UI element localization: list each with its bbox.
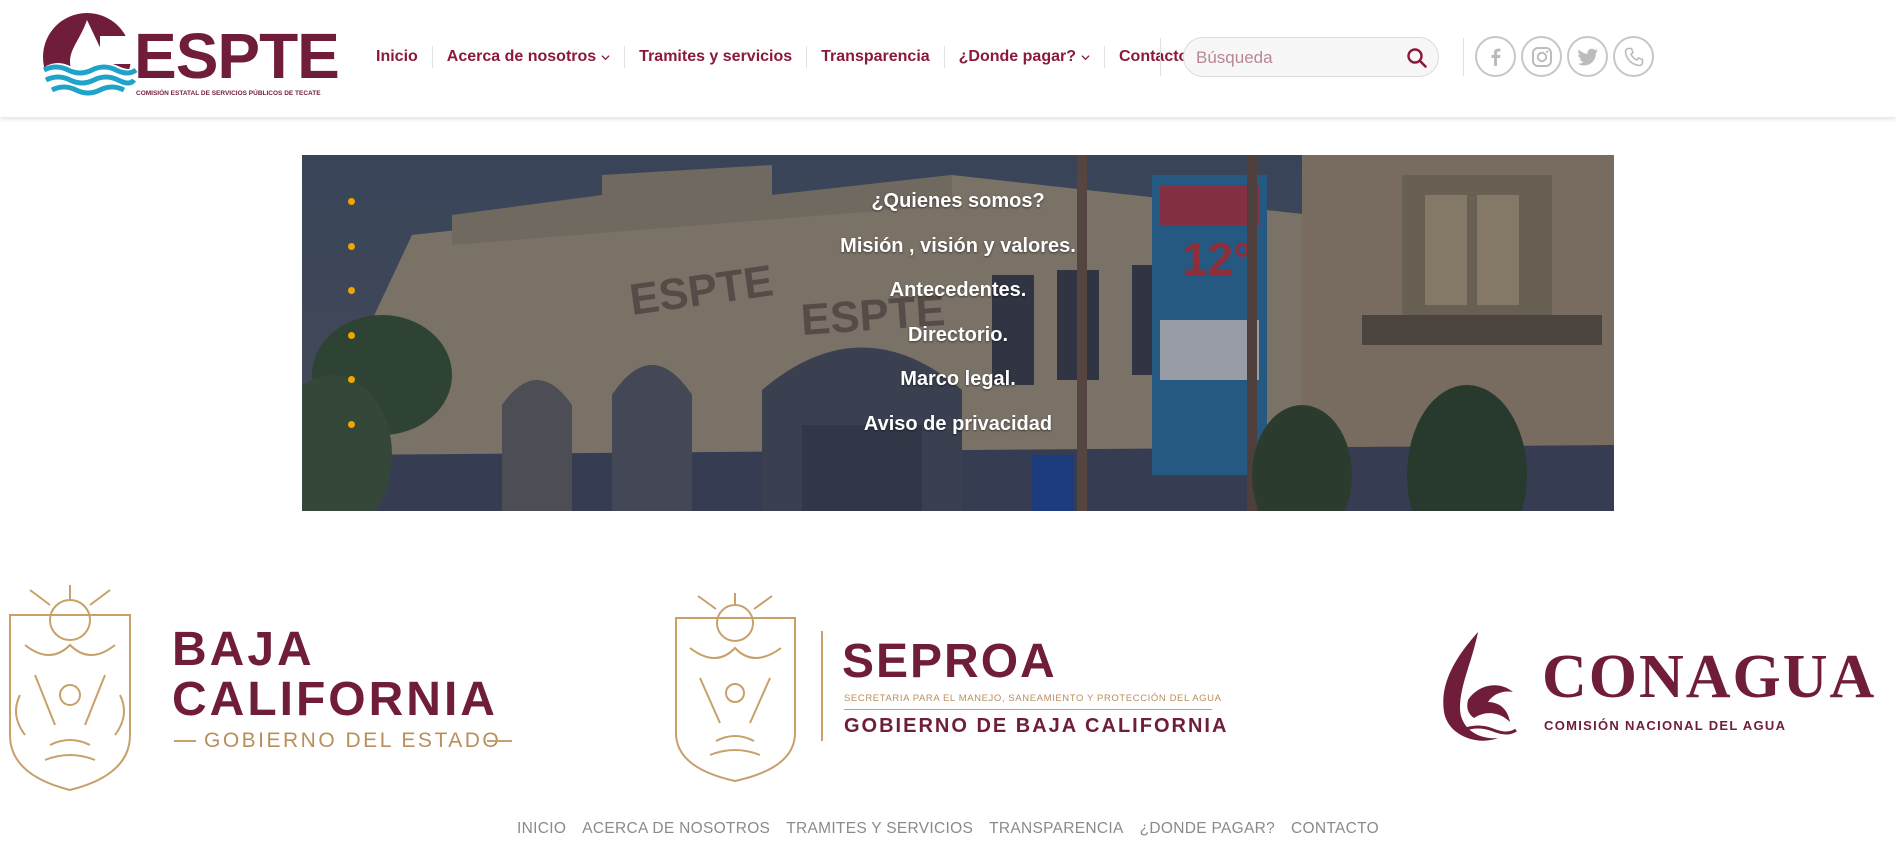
- search-box: [1183, 37, 1439, 77]
- partner-logos: BAJA CALIFORNIA GOBIERNO DEL ESTADO SEPR…: [0, 585, 1896, 797]
- baja-california-line2: CALIFORNIA: [172, 673, 498, 726]
- hero-banner: 12° ESPTE ESPTE ¿Quienes somos? Misión ,…: [302, 155, 1614, 511]
- gold-rule: [174, 740, 196, 742]
- phone-link[interactable]: [1613, 36, 1654, 77]
- footer-link-contacto[interactable]: CONTACTO: [1291, 820, 1379, 838]
- baja-california-line1: BAJA: [172, 623, 315, 676]
- social-links: [1475, 36, 1654, 77]
- nav-item-inicio[interactable]: Inicio: [362, 46, 432, 68]
- search-input[interactable]: [1196, 46, 1396, 70]
- conagua-title: CONAGUA: [1542, 643, 1877, 711]
- conagua-logo[interactable]: CONAGUA COMISIÓN NACIONAL DEL AGUA: [1438, 630, 1888, 760]
- list-item-label: Aviso de privacidad: [863, 412, 1053, 435]
- main-nav: Inicio Acerca de nosotros Tramites y ser…: [362, 43, 1202, 71]
- phone-icon: [1624, 47, 1643, 66]
- header-divider: [1160, 38, 1161, 76]
- list-item-label: Directorio.: [907, 323, 1009, 346]
- site-header: ESPTE COMISIÓN ESTATAL DE SERVICIOS PÚBL…: [0, 0, 1896, 117]
- facebook-icon: [1491, 48, 1500, 66]
- list-item-label: Misión , visión y valores.: [840, 234, 1076, 257]
- gold-rule: [844, 709, 1212, 710]
- bullet: [348, 331, 355, 339]
- footer-link-transparencia[interactable]: TRANSPARENCIA: [989, 820, 1124, 838]
- list-item-antecedentes[interactable]: Antecedentes.: [302, 268, 1614, 313]
- logo-subtitle: COMISIÓN ESTATAL DE SERVICIOS PÚBLICOS D…: [136, 90, 321, 97]
- nav-item-label: Tramites y servicios: [639, 48, 793, 65]
- list-item-mision[interactable]: Misión , visión y valores.: [302, 224, 1614, 269]
- chevron-down-icon: [1081, 54, 1090, 60]
- seproa-divider: [821, 631, 823, 741]
- footer-link-acerca[interactable]: ACERCA DE NOSOTROS: [582, 820, 770, 838]
- conagua-emblem-icon: [1443, 632, 1517, 741]
- bullet: [348, 198, 355, 205]
- facebook-link[interactable]: [1475, 36, 1516, 77]
- nav-item-label: Contacto: [1119, 48, 1189, 65]
- gold-rule: [487, 740, 512, 742]
- nav-item-label: Acerca de nosotros: [446, 48, 597, 65]
- list-item-aviso-privacidad[interactable]: Aviso de privacidad: [302, 402, 1614, 447]
- search-icon[interactable]: [1406, 47, 1428, 69]
- nav-item-label: Transparencia: [821, 48, 930, 65]
- seproa-shield-icon: [675, 593, 796, 783]
- bullet: [348, 376, 355, 384]
- header-divider: [1463, 38, 1464, 76]
- list-item-label: Antecedentes.: [889, 279, 1027, 302]
- about-links-list: ¿Quienes somos? Misión , visión y valore…: [302, 179, 1614, 447]
- nav-item-transparencia[interactable]: Transparencia: [806, 46, 944, 68]
- logo-wordmark: ESPTE: [134, 20, 340, 92]
- list-item-quienes-somos[interactable]: ¿Quienes somos?: [302, 179, 1614, 224]
- conagua-subtitle: COMISIÓN NACIONAL DEL AGUA: [1544, 718, 1787, 733]
- footer-link-donde-pagar[interactable]: ¿DONDE PAGAR?: [1140, 820, 1275, 838]
- instagram-link[interactable]: [1521, 36, 1562, 77]
- seproa-subtitle: SECRETARIA PARA EL MANEJO, SANEAMIENTO Y…: [844, 693, 1222, 704]
- list-item-directorio[interactable]: Directorio.: [302, 313, 1614, 358]
- seproa-title: SEPROA: [842, 635, 1057, 688]
- seproa-logo[interactable]: SEPROA SECRETARIA PARA EL MANEJO, SANEAM…: [668, 593, 1258, 793]
- nav-item-acerca[interactable]: Acerca de nosotros: [431, 46, 624, 68]
- espte-water-drop-icon: [40, 13, 140, 104]
- baja-california-tagline: GOBIERNO DEL ESTADO: [204, 729, 502, 752]
- twitter-icon: [1577, 48, 1598, 65]
- footer-link-inicio[interactable]: INICIO: [517, 820, 566, 838]
- nav-item-tramites[interactable]: Tramites y servicios: [624, 46, 806, 68]
- nav-item-donde-pagar[interactable]: ¿Donde pagar?: [943, 46, 1104, 68]
- instagram-icon: [1531, 46, 1552, 67]
- nav-item-label: ¿Donde pagar?: [958, 48, 1076, 65]
- bullet: [348, 287, 355, 295]
- bullet: [348, 242, 355, 250]
- footer-nav: INICIO ACERCA DE NOSOTROS TRAMITES Y SER…: [0, 820, 1896, 838]
- baja-california-shield-icon: [9, 585, 131, 792]
- list-item-label: Marco legal.: [900, 368, 1016, 391]
- list-item-marco-legal[interactable]: Marco legal.: [302, 357, 1614, 402]
- chevron-down-icon: [601, 54, 610, 60]
- espte-logo[interactable]: ESPTE COMISIÓN ESTATAL DE SERVICIOS PÚBL…: [40, 10, 340, 104]
- twitter-link[interactable]: [1567, 36, 1608, 77]
- nav-item-label: Inicio: [376, 48, 418, 65]
- list-item-label: ¿Quienes somos?: [871, 190, 1045, 212]
- seproa-tagline: GOBIERNO DE BAJA CALIFORNIA: [844, 715, 1229, 737]
- footer-link-tramites[interactable]: TRAMITES Y SERVICIOS: [786, 820, 973, 838]
- bullet: [348, 420, 355, 428]
- baja-california-logo[interactable]: BAJA CALIFORNIA GOBIERNO DEL ESTADO: [0, 585, 520, 797]
